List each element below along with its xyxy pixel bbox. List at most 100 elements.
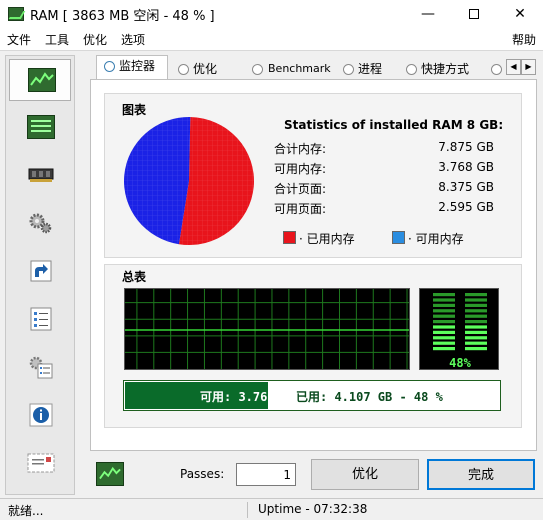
- meter-segment: [433, 320, 455, 324]
- status-text: 就绪...: [8, 504, 44, 518]
- tab-shortcuts[interactable]: 快捷方式: [398, 58, 482, 80]
- maximize-icon: [469, 9, 479, 19]
- stat-value-total-memory: 7.875 GB: [438, 140, 494, 154]
- radio-icon: [104, 61, 115, 72]
- stat-label-free-page: 可用页面:: [274, 202, 327, 216]
- gears-icon: [29, 213, 52, 234]
- stat-value-total-page: 8.375 GB: [438, 180, 494, 194]
- done-button[interactable]: 完成: [427, 459, 535, 490]
- legend-used-label: · 已用内存: [299, 232, 355, 246]
- title-bar: RAM [ 3863 MB 空闲 - 48 % ] — ✕: [0, 0, 543, 28]
- meter-segment: [433, 298, 455, 302]
- tab-scroll-right[interactable]: ▶: [521, 59, 536, 75]
- tab-scroll-left[interactable]: ◀: [506, 59, 521, 75]
- tab-label: Benchmark: [268, 62, 331, 75]
- radio-icon: [252, 64, 263, 75]
- menu-options[interactable]: 选项: [121, 31, 145, 48]
- radio-icon: [406, 64, 417, 75]
- meter-segment: [465, 314, 487, 318]
- sidebar: [5, 55, 75, 495]
- optimize-button[interactable]: 优化: [311, 459, 419, 490]
- stats-title: Statistics of installed RAM 8 GB:: [284, 118, 504, 132]
- tab-overflow[interactable]: [483, 58, 505, 80]
- tab-benchmark[interactable]: Benchmark: [244, 58, 334, 80]
- meter-segment: [465, 303, 487, 307]
- uptime-text: Uptime - 07:32:38: [258, 502, 368, 516]
- stat-label-free-memory: 可用内存:: [274, 162, 327, 176]
- legend-used-swatch: [283, 231, 296, 244]
- meter-segment: [433, 309, 455, 313]
- meter-segment: [465, 325, 487, 329]
- stat-label-total-memory: 合计内存:: [274, 142, 327, 156]
- meter-segment: [465, 336, 487, 340]
- menu-file[interactable]: 文件: [7, 31, 31, 48]
- passes-input[interactable]: [236, 463, 296, 486]
- sidebar-item-checklist[interactable]: [9, 299, 71, 341]
- meter-segment: [433, 330, 455, 334]
- tab-label: 进程: [358, 62, 383, 76]
- memory-history-graph: [124, 288, 410, 370]
- minimize-button[interactable]: —: [405, 0, 451, 28]
- meter-segment: [433, 293, 455, 297]
- memory-pie-chart: [124, 117, 255, 245]
- radio-icon: [491, 64, 502, 75]
- radio-icon: [343, 64, 354, 75]
- stat-value-free-memory: 3.768 GB: [438, 160, 494, 174]
- app-icon: [8, 7, 24, 21]
- meter-segment: [465, 293, 487, 297]
- radio-icon: [178, 64, 189, 75]
- memory-usage-bar: 可用: 3.768 GB 已用: 4.107 GB - 48 %: [123, 380, 501, 411]
- meter-segment: [433, 325, 455, 329]
- tab-processes[interactable]: 进程: [335, 58, 393, 80]
- sidebar-item-optimize[interactable]: [9, 203, 71, 245]
- checklist-icon: [30, 307, 52, 331]
- shortcut-arrow-icon: [30, 260, 52, 282]
- gear-checklist-icon: [29, 356, 53, 379]
- menu-help[interactable]: 帮助: [512, 31, 536, 48]
- meter-segment: [433, 347, 455, 351]
- meter-segment: [433, 314, 455, 318]
- sidebar-item-info[interactable]: [9, 395, 71, 437]
- memory-chip-icon: [28, 168, 54, 182]
- stat-label-total-page: 合计页面:: [274, 182, 327, 196]
- maximize-button[interactable]: [451, 0, 497, 28]
- meter-segment: [465, 320, 487, 324]
- sidebar-item-mail[interactable]: [9, 443, 71, 485]
- meter-segment: [433, 303, 455, 307]
- sidebar-item-shortcut[interactable]: [9, 251, 71, 293]
- passes-label: Passes:: [180, 467, 225, 481]
- bar-used-text: 已用: 4.107 GB - 48 %: [296, 390, 443, 404]
- sidebar-item-memory[interactable]: [9, 155, 71, 197]
- status-bar: 就绪... Uptime - 07:32:38: [0, 498, 543, 520]
- window-title: RAM [ 3863 MB 空闲 - 48 % ]: [30, 9, 215, 24]
- menu-tools[interactable]: 工具: [45, 31, 69, 48]
- stat-value-free-page: 2.595 GB: [438, 200, 494, 214]
- legend-free-swatch: [392, 231, 405, 244]
- info-icon: [29, 403, 53, 427]
- meter-segment: [465, 330, 487, 334]
- menu-optimize[interactable]: 优化: [83, 31, 107, 48]
- summary-group-label: 总表: [120, 268, 149, 285]
- sidebar-item-list[interactable]: [9, 107, 71, 149]
- bar-free-text: 可用: 3.768 GB: [200, 390, 297, 404]
- tab-label: 优化: [193, 62, 218, 76]
- list-view-icon: [27, 115, 55, 139]
- tab-label: 快捷方式: [421, 62, 470, 76]
- meter-percent: 48%: [449, 356, 471, 370]
- pie-grid-overlay: [124, 117, 254, 245]
- ram-monitor-icon: [28, 68, 56, 92]
- sidebar-item-monitor[interactable]: [9, 59, 71, 101]
- meter-segment: [465, 298, 487, 302]
- meter-segment: [465, 309, 487, 313]
- tab-optimize[interactable]: 优化: [170, 58, 230, 80]
- tab-monitor[interactable]: 监控器: [96, 55, 168, 80]
- memory-level-meter: 48%: [419, 288, 499, 370]
- legend-free-label: · 可用内存: [408, 232, 464, 246]
- sidebar-item-settings[interactable]: [9, 347, 71, 389]
- meter-segment: [465, 347, 487, 351]
- letter-icon: [27, 453, 55, 473]
- meter-segment: [465, 341, 487, 345]
- close-button[interactable]: ✕: [497, 0, 543, 28]
- tab-label: 监控器: [119, 59, 156, 73]
- ram-monitor-icon: [96, 462, 124, 486]
